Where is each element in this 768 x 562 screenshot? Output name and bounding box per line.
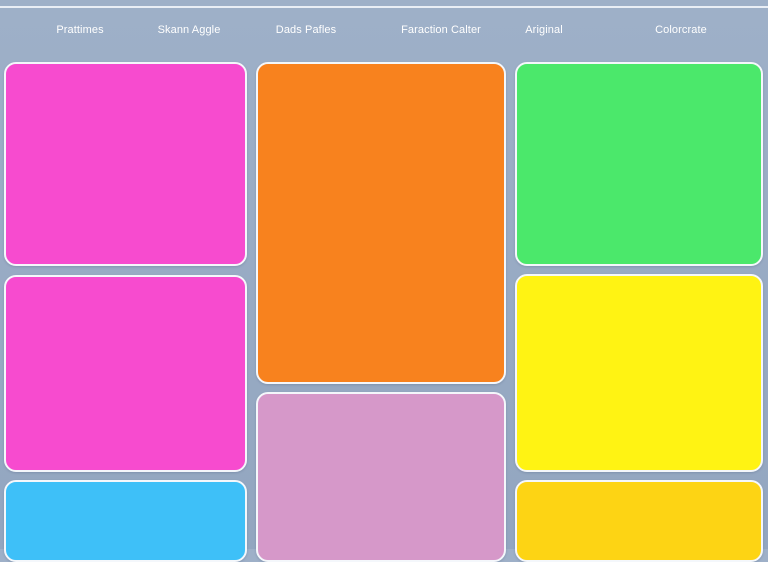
color-tile-sky-blue[interactable] xyxy=(4,480,247,562)
color-tile-lilac[interactable] xyxy=(256,392,506,562)
color-tile-green[interactable] xyxy=(515,62,763,266)
color-tile-magenta-top[interactable] xyxy=(4,62,247,266)
color-tile-magenta-middle[interactable] xyxy=(4,275,247,472)
color-tile-yellow[interactable] xyxy=(515,274,763,472)
color-tile-golden-yellow[interactable] xyxy=(515,480,763,562)
color-tile-grid xyxy=(0,0,768,562)
color-tile-orange[interactable] xyxy=(256,62,506,384)
